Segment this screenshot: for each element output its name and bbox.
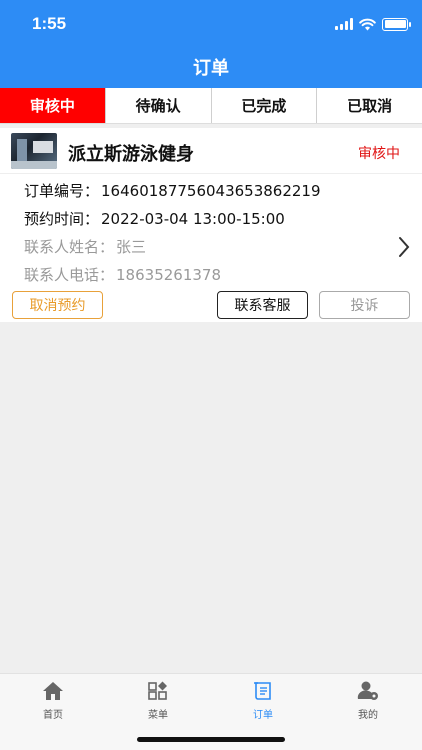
tabbar-item-orders[interactable]: 订单 (233, 680, 293, 722)
page-title: 订单 (193, 58, 229, 79)
order-number-value: 1646018775604365386221​9 (101, 182, 321, 200)
shop-thumbnail (11, 133, 57, 169)
status-icons (335, 16, 411, 32)
tabbar-item-home[interactable]: 首页 (23, 680, 83, 722)
contact-phone-label: 联系人电话： (24, 266, 115, 284)
contact-phone-row: 联系人电话： 18635261378 (24, 264, 221, 285)
bottom-tab-bar: 首页 菜单 订单 我的 (0, 673, 422, 750)
tabbar-item-mine[interactable]: 我的 (338, 680, 398, 722)
battery-icon (382, 17, 411, 31)
cancel-booking-button[interactable]: 取消预约 (12, 291, 103, 319)
contact-phone-value: 18635261378 (116, 266, 221, 284)
status-bar: 1:55 (0, 0, 422, 46)
contact-name-value: 张三 (116, 238, 147, 256)
tab-cancelled[interactable]: 已取消 (317, 88, 422, 123)
status-time: 1:55 (32, 14, 67, 33)
home-icon (43, 682, 63, 700)
order-status-badge: 审核中 (358, 146, 400, 162)
wifi-icon (359, 18, 376, 30)
shop-name: 派立斯游泳健身 (68, 144, 194, 165)
order-scroll-icon (254, 682, 271, 700)
chevron-right-icon[interactable] (398, 236, 410, 258)
tab-under-review[interactable]: 审核中 (0, 88, 106, 123)
cellular-signal-icon (335, 18, 353, 30)
tabbar-label-orders: 订单 (253, 710, 273, 721)
tabbar-label-mine: 我的 (358, 710, 378, 721)
complain-button[interactable]: 投诉 (319, 291, 410, 319)
order-status-tabs: 审核中 待确认 已完成 已取消 (0, 88, 422, 124)
tabbar-label-home: 首页 (43, 710, 63, 721)
home-indicator (137, 737, 285, 742)
contact-name-label: 联系人姓名： (24, 238, 115, 256)
order-number-label: 订单编号： (24, 182, 100, 200)
order-card[interactable]: 派立斯游泳健身 审核中 订单编号： 1646018775604365386221​… (0, 128, 422, 322)
app-header: 1:55 订单 (0, 0, 422, 88)
booking-time-row: 预约时间： 2022-03-04 13:00-15:00 (24, 208, 285, 229)
tabbar-label-menu: 菜单 (148, 710, 168, 721)
booking-time-label: 预约时间： (24, 210, 100, 228)
order-card-header: 派立斯游泳健身 审核中 (0, 128, 422, 174)
tabbar-item-menu[interactable]: 菜单 (128, 680, 188, 722)
tab-completed[interactable]: 已完成 (212, 88, 318, 123)
contact-name-row: 联系人姓名： 张三 (24, 236, 146, 257)
contact-service-button[interactable]: 联系客服 (217, 291, 308, 319)
user-settings-icon (357, 681, 378, 700)
menu-grid-icon (148, 681, 167, 700)
order-number-row: 订单编号： 1646018775604365386221​9 (24, 180, 321, 201)
tab-pending-confirm[interactable]: 待确认 (106, 88, 212, 123)
booking-time-value: 2022-03-04 13:00-15:00 (101, 210, 285, 228)
